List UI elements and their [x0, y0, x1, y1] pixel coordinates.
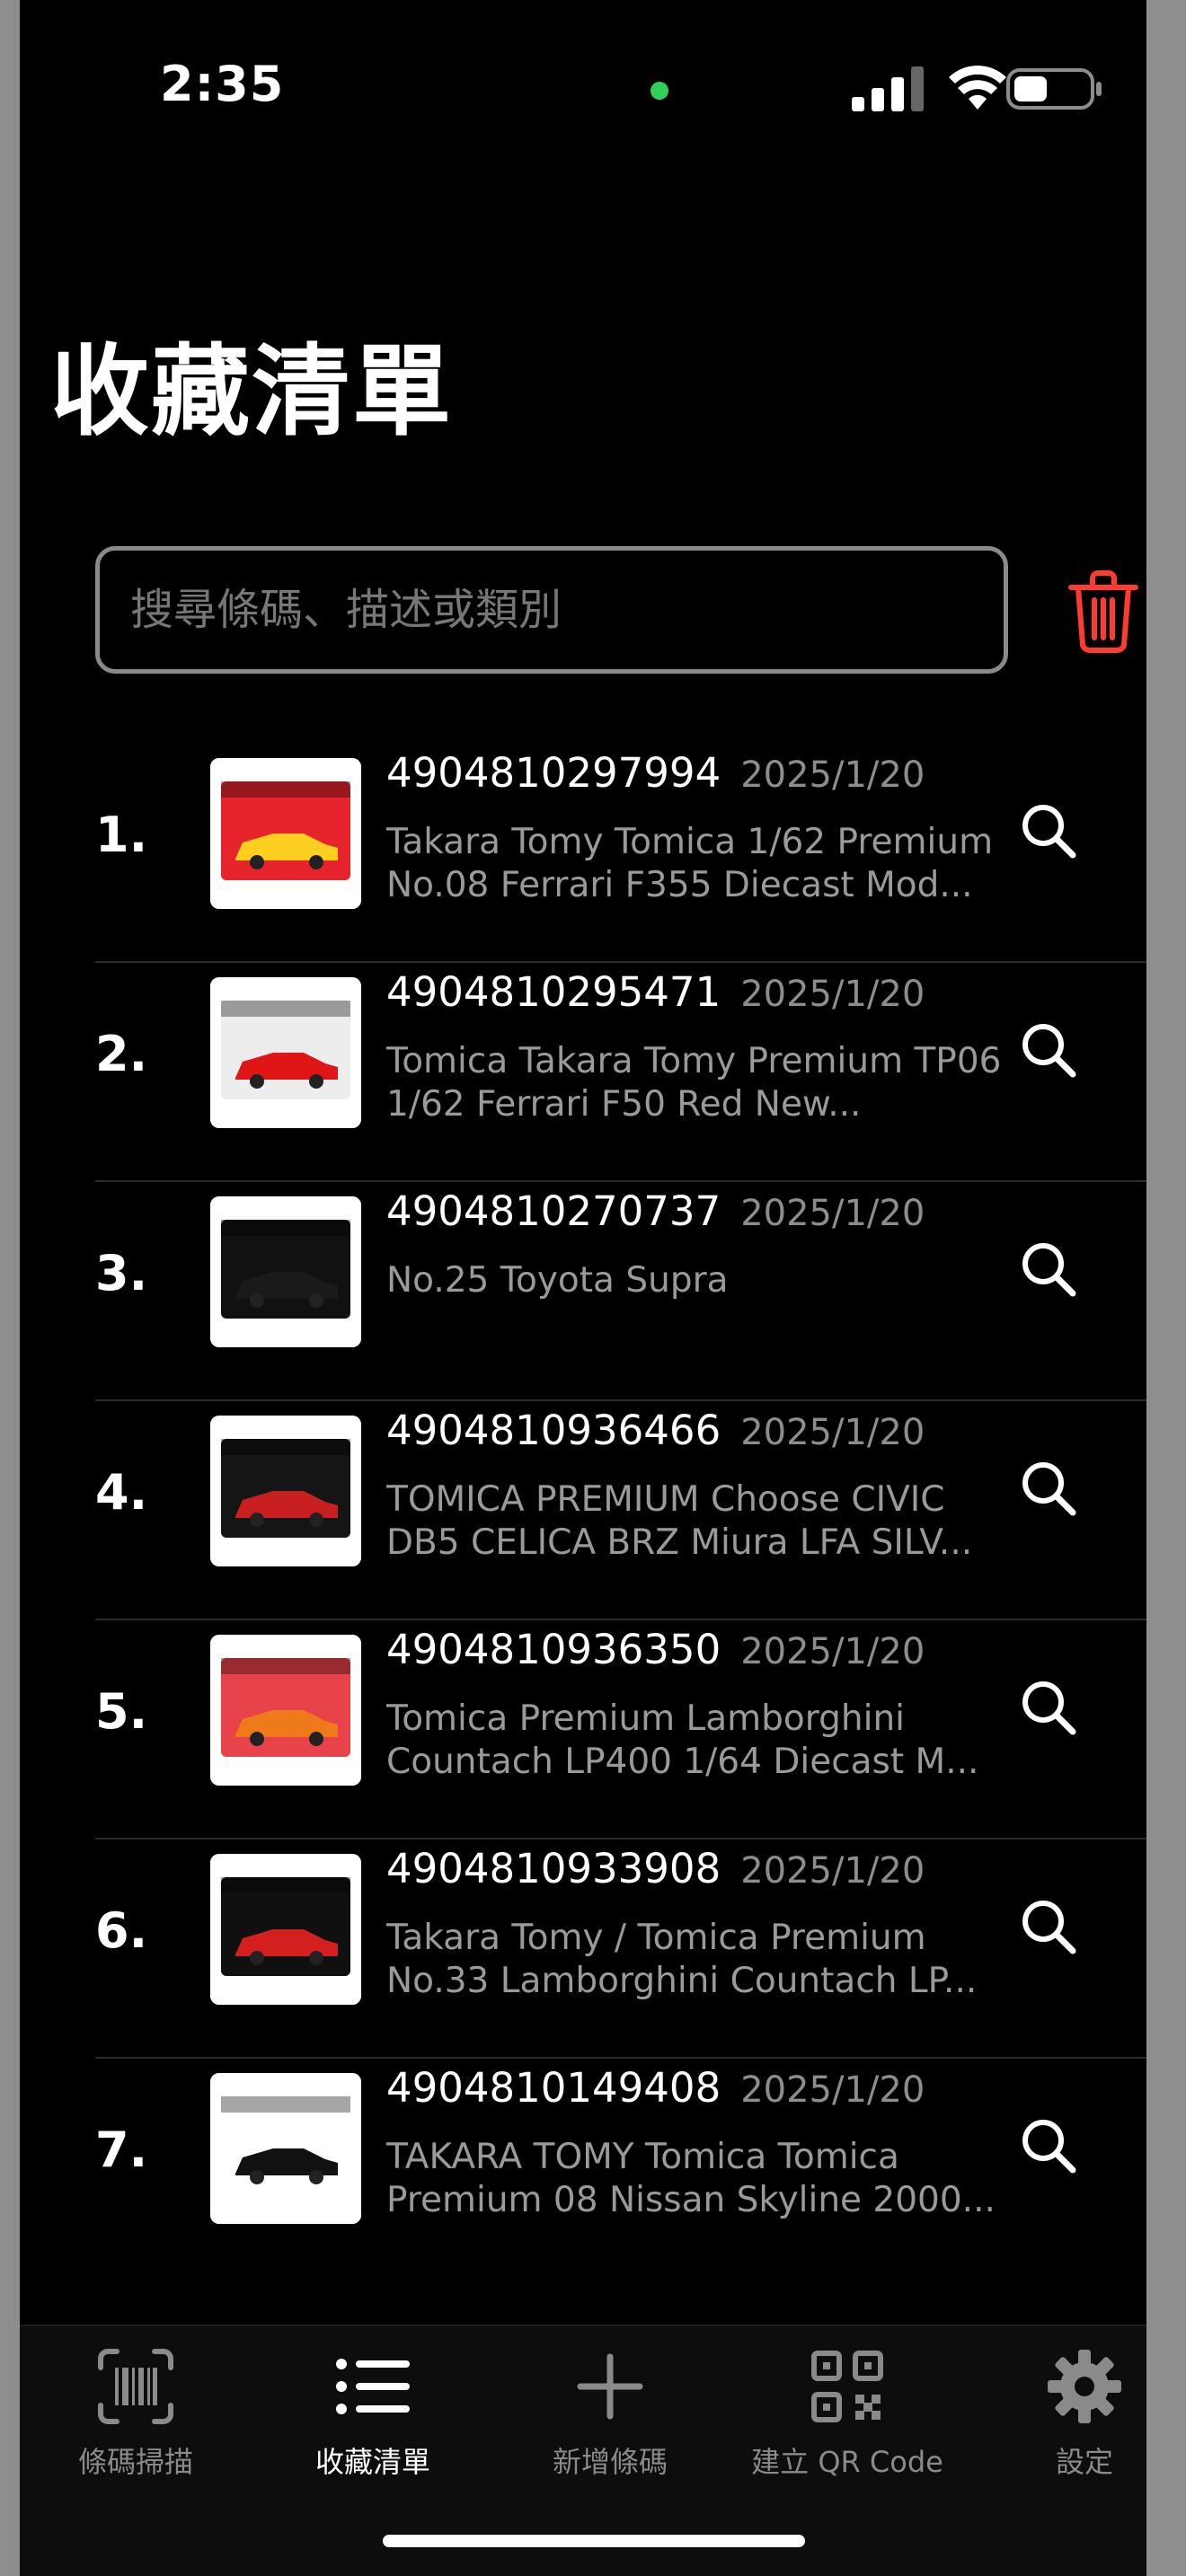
tab-label: 條碼掃描: [77, 2445, 193, 2479]
toy-car-image: [210, 1635, 361, 1786]
list-item[interactable]: 4. 4904810936466 2025/1/20 TOMICA PREMIUM…: [20, 1401, 1146, 1620]
item-barcode: 4904810936466 2025/1/20: [386, 1407, 925, 1454]
item-description: Takara Tomy Tomica 1/62 Premium No.08 Fe…: [386, 822, 994, 905]
search-icon[interactable]: [1019, 1459, 1078, 1518]
item-description: Tomica Premium Lamborghini Countach LP40…: [386, 1698, 979, 1782]
item-description: No.25 Toyota Supra: [386, 1260, 729, 1301]
tab-label: 建立 QR Code: [751, 2445, 943, 2479]
item-barcode: 4904810933908 2025/1/20: [386, 1845, 925, 1892]
search-icon[interactable]: [1019, 1020, 1078, 1080]
item-date: 2025/1/20: [740, 1850, 925, 1892]
item-index: 4.: [95, 1464, 148, 1521]
trash-icon[interactable]: [1067, 569, 1139, 654]
search-icon[interactable]: [1019, 801, 1078, 860]
item-thumbnail: [210, 1854, 361, 2005]
tab-barcode-scan[interactable]: 條碼掃描: [23, 2326, 248, 2481]
search-icon[interactable]: [1019, 1897, 1078, 1956]
status-time: 2:35: [160, 56, 285, 112]
search-icon[interactable]: [1019, 1239, 1078, 1299]
item-date: 2025/1/20: [740, 1193, 925, 1234]
item-thumbnail: [210, 977, 361, 1128]
toy-car-image: [210, 1854, 361, 2005]
item-date: 2025/1/20: [740, 1631, 925, 1672]
tab-add-barcode[interactable]: 新增條碼: [498, 2326, 722, 2481]
item-index: 5.: [95, 1683, 148, 1740]
tab-settings[interactable]: 設定: [972, 2326, 1146, 2481]
home-indicator: [383, 2535, 805, 2547]
item-thumbnail: [210, 2073, 361, 2224]
list-item[interactable]: 2. 4904810295471 2025/1/20 Tomica Takara …: [20, 963, 1146, 1182]
gear-icon: [1048, 2350, 1121, 2423]
item-thumbnail: [210, 758, 361, 909]
tab-label: 收藏清單: [314, 2445, 430, 2479]
item-thumbnail: [210, 1635, 361, 1786]
tab-label: 設定: [1055, 2445, 1113, 2479]
wifi-icon: [949, 66, 1006, 110]
item-date: 2025/1/20: [740, 1412, 925, 1453]
item-thumbnail: [210, 1416, 361, 1566]
item-thumbnail: [210, 1196, 361, 1347]
cellular-signal-icon: [852, 66, 927, 111]
camera-indicator-dot: [651, 82, 668, 100]
battery-icon: [1006, 68, 1102, 110]
barcode-scan-icon: [98, 2349, 173, 2424]
item-barcode: 4904810149408 2025/1/20: [386, 2064, 925, 2112]
item-index: 7.: [95, 2122, 148, 2178]
item-barcode: 4904810270737 2025/1/20: [386, 1187, 925, 1235]
collection-list: 1. 4904810297994 2025/1/20 Takara Tomy To…: [20, 744, 1146, 2278]
search-icon[interactable]: [1019, 1678, 1078, 1737]
toy-car-image: [210, 1416, 361, 1566]
toy-car-image: [210, 1196, 361, 1347]
list-item[interactable]: 1. 4904810297994 2025/1/20 Takara Tomy To…: [20, 744, 1146, 963]
search-placeholder: 搜尋條碼、描述或類別: [130, 585, 562, 635]
search-icon[interactable]: [1019, 2116, 1078, 2175]
item-date: 2025/1/20: [740, 2069, 925, 2111]
item-description: Tomica Takara Tomy Premium TP06 1/62 Fer…: [386, 1041, 1002, 1125]
item-index: 1.: [95, 807, 148, 863]
tab-create-qrcode[interactable]: 建立 QR Code: [735, 2326, 960, 2481]
item-index: 2.: [95, 1026, 148, 1082]
search-input[interactable]: 搜尋條碼、描述或類別: [95, 546, 1008, 674]
app-screen: 2:35 收藏清單 搜尋條碼、描述或類別 1. 4904810297994 20…: [20, 0, 1146, 2576]
tab-label: 新增條碼: [552, 2445, 668, 2479]
item-description: TAKARA TOMY Tomica Tomica Premium 08 Nis…: [386, 2137, 996, 2220]
item-description: TOMICA PREMIUM Choose CIVIC DB5 CELICA B…: [386, 1479, 973, 1563]
item-barcode: 4904810297994 2025/1/20: [386, 749, 925, 797]
toy-car-image: [210, 2073, 361, 2224]
tab-collection-list[interactable]: 收藏清單: [261, 2326, 485, 2481]
item-index: 3.: [95, 1245, 148, 1301]
list-item[interactable]: 3. 4904810270737 2025/1/20 No.25 Toyota S…: [20, 1182, 1146, 1401]
qrcode-icon: [811, 2351, 883, 2422]
item-date: 2025/1/20: [740, 974, 925, 1015]
toy-car-image: [210, 758, 361, 909]
item-description: Takara Tomy / Tomica Premium No.33 Lambo…: [386, 1918, 978, 2001]
toy-car-image: [210, 977, 361, 1128]
page-title: 收藏清單: [50, 334, 453, 449]
list-item[interactable]: 6. 4904810933908 2025/1/20 Takara Tomy / …: [20, 1839, 1146, 2059]
list-item[interactable]: 7. 4904810149408 2025/1/20 TAKARA TOMY To…: [20, 2059, 1146, 2278]
item-barcode: 4904810295471 2025/1/20: [386, 968, 925, 1016]
list-icon: [336, 2359, 410, 2414]
item-index: 6.: [95, 1902, 148, 1959]
plus-icon: [577, 2353, 643, 2420]
item-barcode: 4904810936350 2025/1/20: [386, 1626, 925, 1673]
list-item[interactable]: 5. 4904810936350 2025/1/20 Tomica Premium…: [20, 1620, 1146, 1839]
item-date: 2025/1/20: [740, 754, 925, 796]
